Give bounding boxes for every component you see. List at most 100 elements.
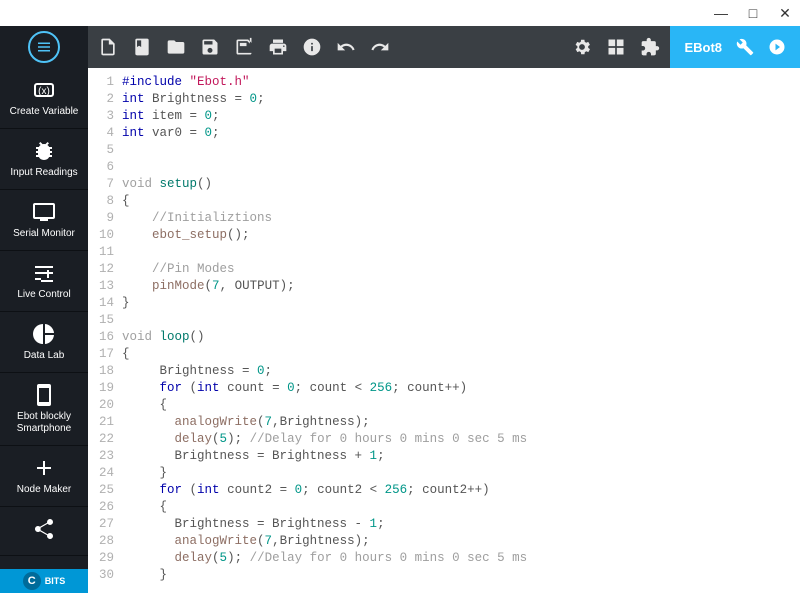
info-icon[interactable] [302, 37, 322, 57]
svg-text:(x): (x) [38, 86, 50, 97]
line-number: 17 [88, 346, 114, 363]
sidebar-item-label: Ebot blockly Smartphone [2, 411, 86, 435]
line-number: 19 [88, 380, 114, 397]
bits-logo-icon: C [23, 572, 41, 590]
code-line[interactable]: int var0 = 0; [122, 125, 800, 142]
gear-icon[interactable] [572, 37, 592, 57]
code-line[interactable]: analogWrite(7,Brightness); [122, 414, 800, 431]
line-number: 25 [88, 482, 114, 499]
code-line[interactable]: Brightness = Brightness + 1; [122, 448, 800, 465]
line-number: 9 [88, 210, 114, 227]
new-file-icon[interactable] [98, 37, 118, 57]
code-editor[interactable]: 1234567891011121314151617181920212223242… [88, 68, 800, 593]
minimize-button[interactable]: — [712, 4, 730, 22]
line-number: 21 [88, 414, 114, 431]
sidebar-item-label: Live Control [17, 289, 70, 301]
code-line[interactable]: delay(5); //Delay for 0 hours 0 mins 0 s… [122, 431, 800, 448]
code-line[interactable]: { [122, 397, 800, 414]
open-folder-icon[interactable] [166, 37, 186, 57]
line-number: 29 [88, 550, 114, 567]
plus-icon [32, 456, 56, 480]
sidebar-item-ebot-blockly-smartphone[interactable]: Ebot blockly Smartphone [0, 373, 88, 446]
code-line[interactable]: #include "Ebot.h" [122, 74, 800, 91]
line-number: 10 [88, 227, 114, 244]
code-line[interactable] [122, 244, 800, 261]
sidebar-item-label: Data Lab [24, 350, 65, 362]
sidebar-item-label: Serial Monitor [13, 228, 75, 240]
code-line[interactable]: pinMode(7, OUTPUT); [122, 278, 800, 295]
code-line[interactable]: for (int count2 = 0; count2 < 256; count… [122, 482, 800, 499]
print-icon[interactable] [268, 37, 288, 57]
maximize-button[interactable]: □ [744, 4, 762, 22]
line-number: 1 [88, 74, 114, 91]
play-icon[interactable] [768, 38, 786, 56]
code-line[interactable]: int item = 0; [122, 108, 800, 125]
device-panel: EBot8 [670, 26, 800, 68]
line-number: 15 [88, 312, 114, 329]
save-all-icon[interactable] [234, 37, 254, 57]
pie-chart-icon [32, 322, 56, 346]
sidebar-item-data-lab[interactable]: Data Lab [0, 312, 88, 373]
line-number: 22 [88, 431, 114, 448]
layout-icon[interactable] [606, 37, 626, 57]
line-number: 7 [88, 176, 114, 193]
line-number: 24 [88, 465, 114, 482]
code-line[interactable]: { [122, 346, 800, 363]
bits-badge[interactable]: C BITS [0, 569, 88, 593]
code-line[interactable]: int Brightness = 0; [122, 91, 800, 108]
line-number: 12 [88, 261, 114, 278]
code-line[interactable]: delay(5); //Delay for 0 hours 0 mins 0 s… [122, 550, 800, 567]
undo-icon[interactable] [336, 37, 356, 57]
code-line[interactable]: analogWrite(7,Brightness); [122, 533, 800, 550]
redo-icon[interactable] [370, 37, 390, 57]
code-line[interactable]: Brightness = 0; [122, 363, 800, 380]
sidebar-item-serial-monitor[interactable]: Serial Monitor [0, 190, 88, 251]
window-controls: — □ ✕ [0, 0, 800, 26]
line-number: 20 [88, 397, 114, 414]
line-number: 3 [88, 108, 114, 125]
sidebar-item-label: Node Maker [17, 484, 71, 496]
line-number: 27 [88, 516, 114, 533]
close-button[interactable]: ✕ [776, 4, 794, 22]
topbar: EBot8 [0, 26, 800, 68]
code-line[interactable]: Brightness = Brightness - 1; [122, 516, 800, 533]
code-line[interactable]: } [122, 295, 800, 312]
sidebar: (x) Create Variable Input Readings Seria… [0, 68, 88, 593]
code-line[interactable]: { [122, 499, 800, 516]
monitor-icon [32, 200, 56, 224]
variable-icon: (x) [32, 78, 56, 102]
tools-icon[interactable] [736, 38, 754, 56]
sidebar-item-create-variable[interactable]: (x) Create Variable [0, 68, 88, 129]
code-line[interactable]: { [122, 193, 800, 210]
sidebar-item-input-readings[interactable]: Input Readings [0, 129, 88, 190]
code-line[interactable]: } [122, 567, 800, 584]
puzzle-icon[interactable] [640, 37, 660, 57]
smartphone-icon [32, 383, 56, 407]
sidebar-item-label: Input Readings [10, 167, 77, 179]
code-line[interactable] [122, 159, 800, 176]
line-number: 4 [88, 125, 114, 142]
sidebar-item-node-maker[interactable]: Node Maker [0, 446, 88, 507]
code-content[interactable]: #include "Ebot.h"int Brightness = 0;int … [122, 68, 800, 593]
code-line[interactable]: for (int count = 0; count < 256; count++… [122, 380, 800, 397]
code-line[interactable]: ebot_setup(); [122, 227, 800, 244]
save-icon[interactable] [200, 37, 220, 57]
line-number: 16 [88, 329, 114, 346]
code-line[interactable]: //Initializtions [122, 210, 800, 227]
line-number: 18 [88, 363, 114, 380]
code-line[interactable] [122, 142, 800, 159]
line-gutter: 1234567891011121314151617181920212223242… [88, 68, 122, 593]
code-line[interactable]: void loop() [122, 329, 800, 346]
book-icon[interactable] [132, 37, 152, 57]
line-number: 6 [88, 159, 114, 176]
code-line[interactable]: void setup() [122, 176, 800, 193]
sidebar-item-live-control[interactable]: Live Control [0, 251, 88, 312]
line-number: 11 [88, 244, 114, 261]
sidebar-item-connections[interactable] [0, 507, 88, 556]
line-number: 2 [88, 91, 114, 108]
code-line[interactable] [122, 312, 800, 329]
app-logo[interactable] [0, 26, 88, 68]
code-line[interactable]: //Pin Modes [122, 261, 800, 278]
code-line[interactable]: } [122, 465, 800, 482]
line-number: 23 [88, 448, 114, 465]
